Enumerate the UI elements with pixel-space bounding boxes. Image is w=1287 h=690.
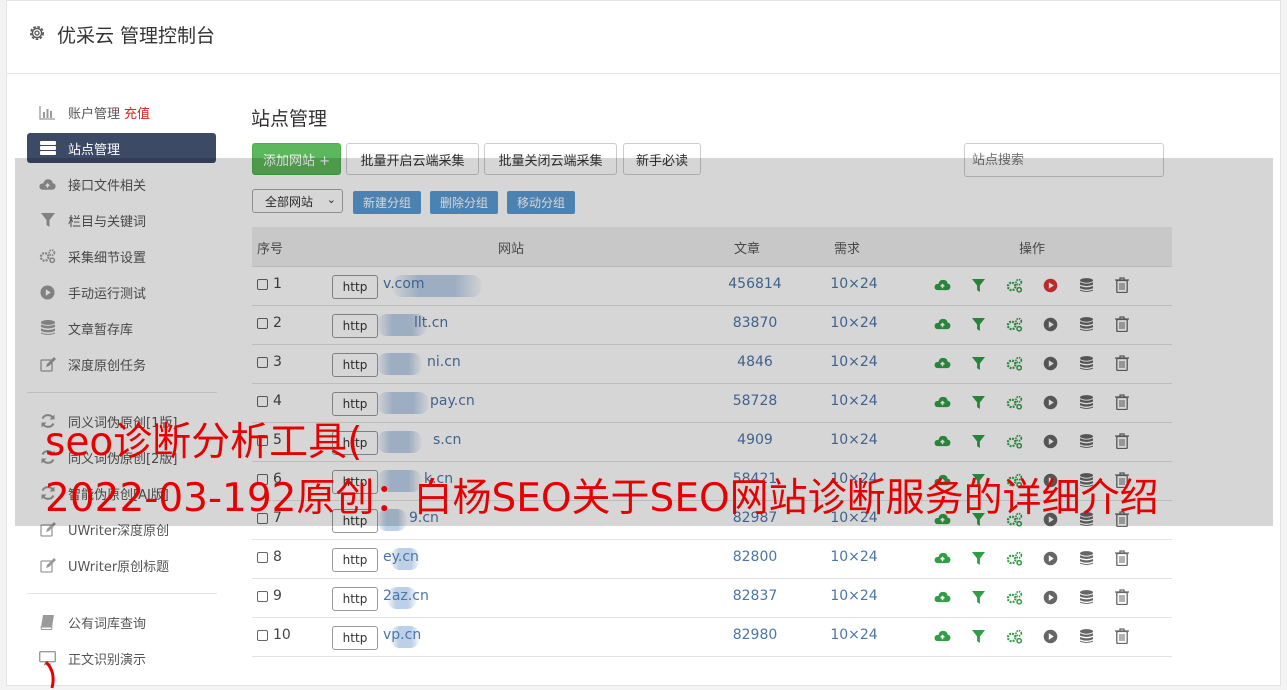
database-icon[interactable] [1076, 626, 1096, 646]
gears-icon[interactable] [1004, 587, 1024, 607]
filter-icon[interactable] [968, 548, 988, 568]
article-count[interactable]: 82980 [712, 627, 798, 643]
site-domain[interactable]: vp.cn [383, 627, 421, 643]
table-row: 8 http ey.cn 82800 10×24 [252, 539, 1172, 579]
sidebar-divider [27, 593, 217, 594]
protocol-badge: http [332, 548, 378, 572]
sidebar-item[interactable]: 公有词库查询 [27, 607, 216, 637]
article-count[interactable]: 82837 [712, 588, 798, 604]
sidebar-item-label: 站点管理 [68, 142, 121, 158]
cloud-upload-icon[interactable] [932, 626, 952, 646]
header: 优采云 管理控制台 [7, 1, 1280, 74]
page-title: 站点管理 [251, 108, 328, 130]
table-row: 10 http vp.cn 82980 10×24 [252, 617, 1172, 657]
play-circle-icon[interactable] [1040, 548, 1060, 568]
trash-icon[interactable] [1112, 587, 1132, 607]
row-checkbox[interactable] [257, 591, 268, 602]
edit-icon [39, 557, 56, 574]
site-domain[interactable]: 2az.cn [383, 588, 429, 604]
demand-value[interactable]: 10×24 [814, 627, 894, 643]
book-icon [39, 614, 56, 631]
sidebar-item[interactable]: 账户管理 充值 [27, 97, 216, 127]
sidebar-item[interactable]: UWriter原创标题 [27, 550, 216, 580]
demand-value[interactable]: 10×24 [814, 588, 894, 604]
gears-icon[interactable] [1004, 548, 1024, 568]
cloud-upload-icon[interactable] [932, 587, 952, 607]
row-checkbox[interactable] [257, 630, 268, 641]
row-checkbox[interactable] [257, 552, 268, 563]
row-number: 8 [273, 549, 282, 565]
sidebar-item-label: 正文识别演示 [68, 652, 147, 668]
filter-icon[interactable] [968, 626, 988, 646]
server-icon [39, 140, 56, 157]
row-actions [932, 626, 1148, 646]
database-icon[interactable] [1076, 587, 1096, 607]
row-number: 10 [273, 627, 291, 643]
table-row: 9 http 2az.cn 82837 10×24 [252, 578, 1172, 618]
recharge-link[interactable]: 充值 [124, 103, 150, 122]
row-actions [932, 548, 1148, 568]
overlay-title-line2: 2022-03-192原创：白杨SEO关于SEO网站诊断服务的详细介绍 [45, 476, 1159, 521]
protocol-badge: http [332, 587, 378, 611]
page-header-title: 优采云 管理控制台 [57, 25, 216, 47]
sidebar-item-label: 公有词库查询 [68, 616, 147, 632]
trash-icon[interactable] [1112, 548, 1132, 568]
trash-icon[interactable] [1112, 626, 1132, 646]
play-circle-icon[interactable] [1040, 626, 1060, 646]
overlay-band [15, 158, 1273, 526]
database-icon[interactable] [1076, 548, 1096, 568]
row-number: 9 [273, 588, 282, 604]
bar-chart-icon [39, 104, 56, 121]
sidebar-item-label: 账户管理 [68, 106, 121, 122]
gear-icon [30, 26, 44, 40]
play-circle-icon[interactable] [1040, 587, 1060, 607]
gears-icon[interactable] [1004, 626, 1024, 646]
protocol-badge: http [332, 626, 378, 650]
site-domain[interactable]: ey.cn [383, 549, 419, 565]
cloud-upload-icon[interactable] [932, 548, 952, 568]
overlay-title-line1: seo诊断分析工具( [45, 420, 363, 465]
sidebar-item-label: UWriter原创标题 [68, 559, 170, 575]
demand-value[interactable]: 10×24 [814, 549, 894, 565]
article-count[interactable]: 82800 [712, 549, 798, 565]
filter-icon[interactable] [968, 587, 988, 607]
row-actions [932, 587, 1148, 607]
